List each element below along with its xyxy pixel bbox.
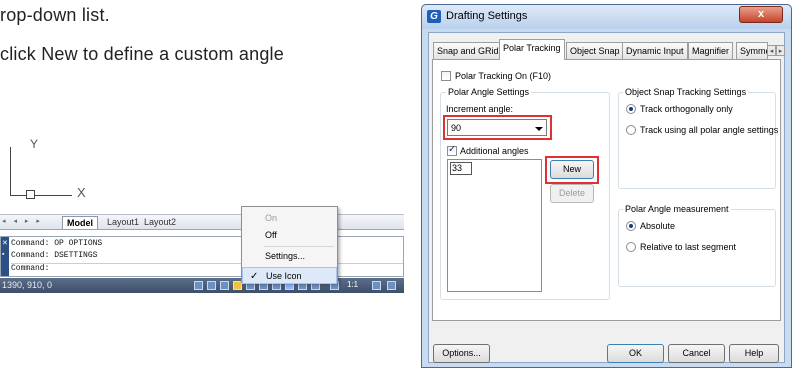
tab-object-snap[interactable]: Object Snap [566,42,624,59]
layout-tab-strip: ◂ ◂ ▸ ▸ Model Layout1 Layout2 [0,214,404,230]
object-snap-tracking-title: Object Snap Tracking Settings [623,87,749,97]
tab-layout2[interactable]: Layout2 [140,216,180,229]
relative-radio[interactable] [626,242,636,252]
polar-tracking-page: Polar Tracking On (F10) Polar Angle Sett… [432,59,781,321]
menu-item-label: Use Icon [266,271,302,281]
coordinate-readout: 1390, 910, 0 [2,280,53,290]
tab-magnifier[interactable]: Magnifier [688,42,734,59]
highlight-new-button [545,156,599,184]
close-icon[interactable]: ✕ [2,239,8,247]
additional-angle-edit[interactable]: 33 [450,162,472,175]
track-all-polar-radio[interactable] [626,125,636,135]
menu-item-off[interactable]: Off [242,227,337,244]
menu-item-use-icon[interactable]: ✓ Use Icon [242,267,337,284]
status-bar: 1390, 910, 0 1:1 [0,278,404,293]
relative-label: Relative to last segment [640,242,737,252]
command-history-line: Command: DSETTINGS [11,251,98,260]
options-button[interactable]: Options... [433,344,490,363]
track-all-polar-label: Track using all polar angle settings [640,125,779,135]
tab-scroll-left-icon[interactable]: ◂ [767,45,776,56]
tab-nav-arrows-icon[interactable]: ◂ ◂ ▸ ▸ [2,217,43,225]
checkmark-icon: ✓ [250,271,259,282]
menu-item-on[interactable]: On [242,210,337,227]
axis-x-label: X [77,185,86,200]
close-button[interactable]: x [739,6,783,23]
help-button[interactable]: Help [729,344,779,363]
command-panel-handle[interactable]: ✕ ▪ [1,237,9,276]
tab-polar-tracking[interactable]: Polar Tracking [499,39,565,60]
drafting-settings-dialog: G Drafting Settings x Snap and GRid Pola… [421,4,792,368]
ok-button[interactable]: OK [607,344,664,363]
command-line-panel: ✕ ▪ Command: OP OPTIONS Command: DSETTIN… [0,236,404,277]
track-orthogonal-label: Track orthogonally only [640,104,733,114]
delete-angle-button[interactable]: Delete [550,184,594,203]
tab-snap-and-grid[interactable]: Snap and GRid [433,42,503,59]
ortho-icon[interactable] [220,281,229,290]
tab-symmetry[interactable]: Symmetr [736,42,768,59]
tab-dynamic-input[interactable]: Dynamic Input [622,42,688,59]
tab-model[interactable]: Model [62,216,98,229]
polar-measurement-title: Polar Angle measurement [623,204,731,214]
tab-scroll-right-icon[interactable]: ▸ [776,45,785,56]
tab-layout1[interactable]: Layout1 [103,216,143,229]
ucs-y-axis [10,147,11,195]
dialog-title: Drafting Settings [446,10,528,22]
additional-angles-label: Additional angles [460,146,529,156]
ucs-x-axis [10,195,72,196]
customize-icon[interactable] [387,281,396,290]
menu-separator [264,246,334,247]
polar-angle-settings-title: Polar Angle Settings [446,87,532,97]
snap-icon[interactable] [194,281,203,290]
polar-context-menu: On Off Settings... ✓ Use Icon [241,206,338,284]
additional-angles-list[interactable]: 33 [447,159,542,292]
app-logo-icon: G [427,10,441,23]
instruction-text-line-1: rop-down list. [0,5,110,25]
increment-angle-label: Increment angle: [446,104,514,114]
menu-item-settings[interactable]: Settings... [242,248,337,265]
additional-angles-checkbox[interactable] [447,144,457,156]
annotation-scale-label[interactable]: 1:1 [347,280,358,289]
workspace-icon[interactable] [372,281,381,290]
command-input[interactable]: Command: [11,263,403,273]
track-orthogonal-radio[interactable] [626,104,636,114]
absolute-radio[interactable] [626,221,636,231]
command-history-line: Command: OP OPTIONS [11,239,103,248]
properties-icon[interactable]: ▪ [2,251,4,258]
polar-tracking-label: Polar Tracking On (F10) [455,71,552,81]
axis-y-label: Y [30,137,39,151]
instruction-text-line-2: click New to define a custom angle [0,44,284,64]
dialog-title-bar[interactable]: G Drafting Settings x [422,5,791,29]
dialog-client-area: Snap and GRid Polar Tracking Object Snap… [428,32,785,363]
polar-tracking-checkbox[interactable] [441,71,451,81]
cancel-button[interactable]: Cancel [668,344,725,363]
highlight-increment-angle [443,115,552,140]
grid-icon[interactable] [207,281,216,290]
absolute-label: Absolute [640,221,676,231]
ucs-origin-icon [26,190,35,199]
